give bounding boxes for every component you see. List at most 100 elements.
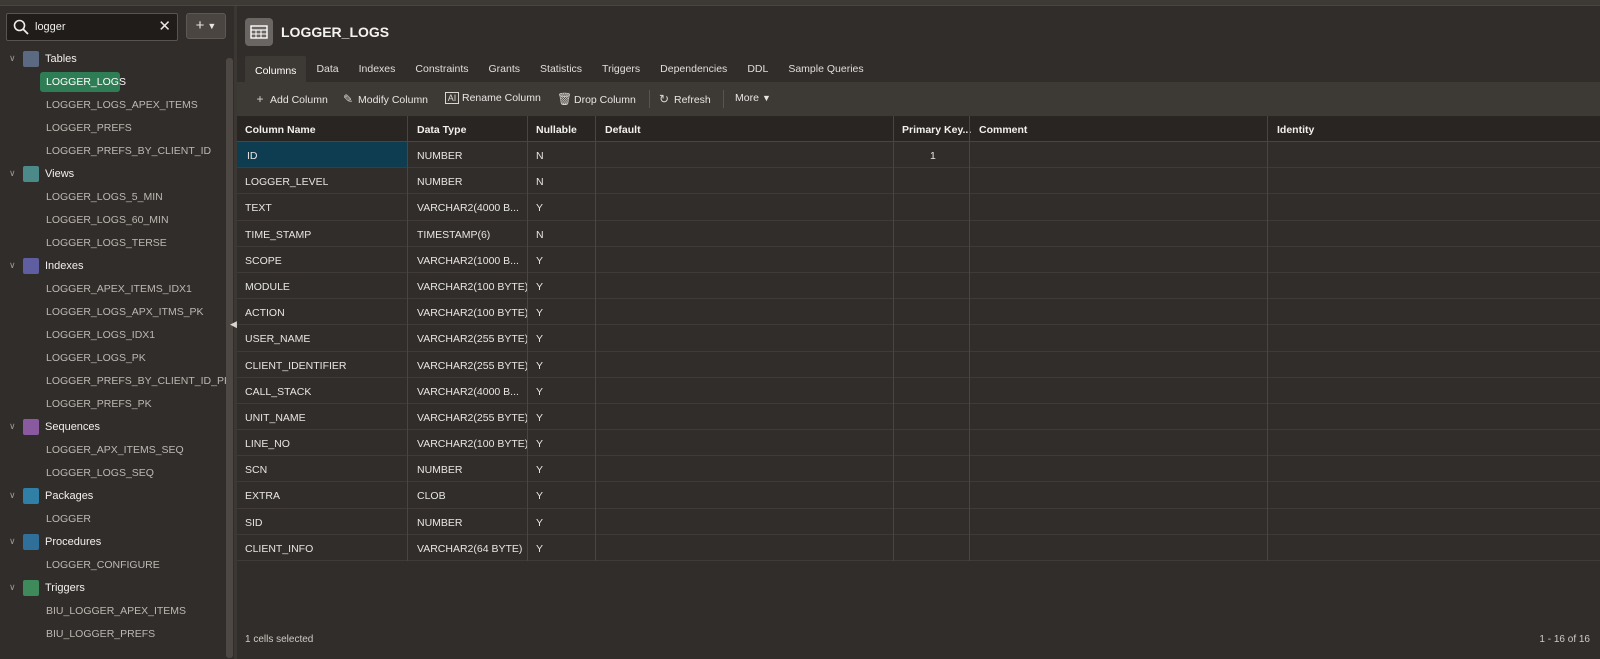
chevron-down-icon[interactable]: ∨ [9, 536, 16, 547]
column-header[interactable]: Comment [979, 124, 1027, 136]
tree-item[interactable]: LOGGER_LOGS_60_MIN [0, 209, 226, 232]
tree-group-triggers[interactable]: ∨ Triggers [0, 577, 226, 600]
table-cell[interactable]: Y [536, 255, 543, 267]
table-row[interactable]: MODULE VARCHAR2(100 BYTE) Y [237, 273, 1600, 300]
table-cell[interactable]: VARCHAR2(255 BYTE) [417, 333, 528, 345]
tree-item[interactable]: LOGGER_APX_ITEMS_SEQ [0, 439, 226, 462]
search-value[interactable]: logger [35, 21, 66, 33]
tree-group-packages[interactable]: ∨ Packages [0, 485, 226, 508]
drop-column-button[interactable]: 🗑 Drop Column [557, 92, 636, 106]
table-cell[interactable]: Y [536, 412, 543, 424]
table-cell[interactable]: NUMBER [417, 517, 463, 529]
table-row[interactable]: SCOPE VARCHAR2(1000 B... Y [237, 247, 1600, 273]
table-cell[interactable]: N [536, 150, 544, 162]
table-cell[interactable]: ID [237, 142, 407, 167]
column-header[interactable]: Nullable [536, 124, 577, 136]
tree-item[interactable]: LOGGER_PREFS_BY_CLIENT_ID [0, 140, 226, 163]
chevron-down-icon[interactable]: ∨ [9, 490, 16, 501]
table-cell[interactable]: CALL_STACK [245, 386, 311, 398]
tab-constraints[interactable]: Constraints [405, 56, 478, 82]
tab-data[interactable]: Data [306, 56, 348, 82]
search-input[interactable]: logger ✕ [6, 13, 178, 41]
column-header[interactable]: Default [605, 124, 641, 136]
tree-item[interactable]: LOGGER [0, 508, 226, 531]
table-cell[interactable]: CLOB [417, 490, 446, 502]
chevron-down-icon[interactable]: ∨ [9, 582, 16, 593]
table-row[interactable]: TEXT VARCHAR2(4000 B... Y [237, 194, 1600, 221]
table-cell[interactable]: VARCHAR2(4000 B... [417, 386, 519, 398]
table-cell[interactable]: N [536, 176, 544, 188]
tab-indexes[interactable]: Indexes [349, 56, 406, 82]
chevron-down-icon[interactable]: ∨ [9, 260, 16, 271]
table-row[interactable]: ACTION VARCHAR2(100 BYTE) Y [237, 299, 1600, 326]
column-header[interactable]: Identity [1277, 124, 1314, 136]
table-cell[interactable]: VARCHAR2(100 BYTE) [417, 438, 528, 450]
table-row[interactable]: ID NUMBER N 1 [237, 142, 1600, 169]
table-cell[interactable]: Y [536, 490, 543, 502]
table-row[interactable]: SCN NUMBER Y [237, 456, 1600, 483]
close-icon[interactable]: ✕ [158, 17, 171, 35]
table-cell[interactable]: NUMBER [417, 464, 463, 476]
table-cell[interactable]: VARCHAR2(1000 B... [417, 255, 519, 267]
table-cell[interactable]: EXTRA [245, 490, 280, 502]
refresh-button[interactable]: ↻ Refresh [657, 92, 711, 106]
table-cell[interactable]: LINE_NO [245, 438, 290, 450]
table-row[interactable]: TIME_STAMP TIMESTAMP(6) N [237, 221, 1600, 247]
tree-item[interactable]: LOGGER_LOGS_PK [0, 347, 226, 370]
tree-group-tables[interactable]: ∨ Tables [0, 48, 226, 71]
tree-item[interactable]: LOGGER_PREFS [0, 117, 226, 140]
table-cell[interactable]: UNIT_NAME [245, 412, 306, 424]
table-cell[interactable]: TIMESTAMP(6) [417, 229, 490, 241]
table-cell[interactable]: Y [536, 543, 543, 555]
tree-group-procedures[interactable]: ∨ Procedures [0, 531, 226, 554]
table-cell[interactable]: SCOPE [245, 255, 282, 267]
table-cell[interactable]: SCN [245, 464, 267, 476]
column-divider[interactable] [1267, 116, 1268, 562]
table-cell[interactable]: VARCHAR2(255 BYTE) [417, 360, 528, 372]
tree-group-views[interactable]: ∨ Views [0, 163, 226, 186]
column-header[interactable]: Data Type [417, 124, 466, 136]
tree-item[interactable]: LOGGER_PREFS_PK [0, 393, 226, 416]
tree-group-indexes[interactable]: ∨ Indexes [0, 255, 226, 278]
chevron-down-icon[interactable]: ∨ [9, 53, 16, 64]
table-row[interactable]: UNIT_NAME VARCHAR2(255 BYTE) Y [237, 404, 1600, 431]
table-cell[interactable]: VARCHAR2(100 BYTE) [417, 281, 528, 293]
table-cell[interactable]: Y [536, 438, 543, 450]
table-row[interactable]: SID NUMBER Y [237, 509, 1600, 535]
table-row[interactable]: CALL_STACK VARCHAR2(4000 B... Y [237, 378, 1600, 404]
tree-item[interactable]: LOGGER_PREFS_BY_CLIENT_ID_PK [0, 370, 231, 393]
column-divider[interactable] [527, 116, 528, 562]
table-cell[interactable]: TIME_STAMP [245, 229, 311, 241]
table-cell[interactable]: Y [536, 517, 543, 529]
table-row[interactable]: CLIENT_INFO VARCHAR2(64 BYTE) Y [237, 535, 1600, 561]
tree-group-sequences[interactable]: ∨ Sequences [0, 416, 226, 439]
column-divider[interactable] [595, 116, 596, 562]
tree-item[interactable]: LOGGER_LOGS_5_MIN [0, 186, 226, 209]
table-cell[interactable]: VARCHAR2(64 BYTE) [417, 543, 522, 555]
table-cell[interactable]: LOGGER_LEVEL [245, 176, 328, 188]
table-cell[interactable]: VARCHAR2(255 BYTE) [417, 412, 528, 424]
tree-item[interactable]: BIU_LOGGER_APEX_ITEMS [0, 600, 226, 623]
column-divider[interactable] [893, 116, 894, 562]
tree-item[interactable]: LOGGER_CONFIGURE [0, 554, 226, 577]
column-header[interactable]: Column Name [245, 124, 316, 136]
table-row[interactable]: CLIENT_IDENTIFIER VARCHAR2(255 BYTE) Y [237, 352, 1600, 378]
tab-sample-queries[interactable]: Sample Queries [778, 56, 873, 82]
modify-column-button[interactable]: ✎ Modify Column [341, 92, 428, 106]
tree-item[interactable]: LOGGER_LOGS [0, 71, 226, 94]
table-cell[interactable]: TEXT [245, 202, 272, 214]
column-header[interactable]: Primary Key... [902, 124, 971, 136]
tree-item[interactable]: LOGGER_APEX_ITEMS_IDX1 [0, 278, 226, 301]
tree-item[interactable]: LOGGER_LOGS_APX_ITMS_PK [0, 301, 226, 324]
collapse-handle-icon[interactable]: ◀ [230, 319, 237, 330]
tree-item[interactable]: BIU_LOGGER_PREFS [0, 623, 226, 646]
table-cell[interactable]: Y [536, 281, 543, 293]
table-cell[interactable]: MODULE [245, 281, 290, 293]
table-cell[interactable]: VARCHAR2(4000 B... [417, 202, 519, 214]
tree-item[interactable]: LOGGER_LOGS_IDX1 [0, 324, 226, 347]
table-cell[interactable]: Y [536, 386, 543, 398]
table-cell[interactable]: N [536, 229, 544, 241]
table-row[interactable]: USER_NAME VARCHAR2(255 BYTE) Y [237, 325, 1600, 352]
table-cell[interactable]: VARCHAR2(100 BYTE) [417, 307, 528, 319]
tree-item[interactable]: LOGGER_LOGS_APEX_ITEMS [0, 94, 226, 117]
